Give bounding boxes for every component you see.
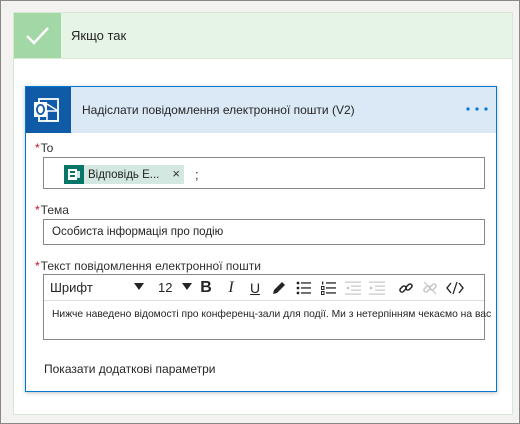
more-dots-icon bbox=[466, 107, 488, 111]
underline-icon: U bbox=[249, 280, 261, 296]
email-body-text: Нижче наведено відомості про конференц-з… bbox=[52, 309, 492, 320]
font-size-value: 12 bbox=[158, 280, 173, 295]
chevron-down-icon bbox=[134, 283, 144, 290]
numbered-list-icon bbox=[321, 281, 336, 295]
required-marker: * bbox=[35, 259, 40, 273]
font-color-button[interactable] bbox=[268, 278, 290, 298]
italic-button[interactable]: I bbox=[220, 278, 242, 298]
required-marker: * bbox=[35, 141, 40, 155]
to-input[interactable]: Відповідь Е... × ; bbox=[43, 157, 485, 189]
font-family-select[interactable]: Шрифт bbox=[50, 280, 146, 296]
check-icon bbox=[14, 13, 61, 58]
bold-button[interactable]: B bbox=[195, 278, 217, 298]
numbered-list-button[interactable] bbox=[318, 278, 340, 298]
body-field-label: *Текст повідомлення електронної пошти bbox=[35, 259, 261, 273]
action-title: Надіслати повідомлення електронної пошти… bbox=[82, 103, 355, 117]
increase-indent-icon bbox=[369, 281, 385, 295]
show-advanced-options-link[interactable]: Показати додаткові параметри bbox=[44, 362, 215, 376]
subject-input[interactable]: Особиста інформація про подію bbox=[43, 219, 485, 245]
token-remove-icon[interactable]: × bbox=[172, 166, 180, 181]
subject-label-text: Тема bbox=[40, 203, 69, 217]
remove-link-button[interactable] bbox=[419, 278, 441, 298]
font-family-value: Шрифт bbox=[50, 280, 93, 295]
subject-value: Особиста інформація про подію bbox=[52, 226, 224, 238]
increase-indent-button[interactable] bbox=[366, 278, 388, 298]
dynamic-content-token[interactable]: Відповідь Е... × bbox=[64, 165, 184, 184]
send-email-action-card[interactable]: Надіслати повідомлення електронної пошти… bbox=[25, 86, 497, 392]
body-editor[interactable]: Шрифт 12 B I U Нижче наведено відомості … bbox=[43, 274, 491, 340]
bulleted-list-icon bbox=[296, 281, 311, 295]
required-marker: * bbox=[35, 203, 40, 217]
condition-branch-header[interactable]: Якщо так bbox=[13, 12, 513, 59]
token-label: Відповідь Е... bbox=[88, 168, 160, 181]
to-label-text: To bbox=[40, 141, 54, 155]
decrease-indent-icon bbox=[345, 281, 361, 295]
forms-icon bbox=[64, 165, 84, 184]
chevron-down-icon bbox=[182, 283, 192, 290]
condition-branch-title: Якщо так bbox=[71, 28, 127, 43]
more-options-button[interactable] bbox=[464, 99, 490, 119]
bulleted-list-button[interactable] bbox=[293, 278, 315, 298]
code-view-button[interactable] bbox=[444, 278, 466, 298]
body-label-text: Текст повідомлення електронної пошти bbox=[40, 259, 261, 273]
action-header[interactable]: Надіслати повідомлення електронної пошти… bbox=[26, 87, 496, 133]
decrease-indent-button[interactable] bbox=[342, 278, 364, 298]
italic-icon: I bbox=[228, 279, 234, 296]
unlink-icon bbox=[423, 281, 437, 295]
recipient-separator: ; bbox=[195, 167, 199, 182]
link-icon bbox=[399, 283, 413, 293]
underline-button[interactable]: U bbox=[244, 278, 266, 298]
rich-text-toolbar: Шрифт 12 B I U bbox=[44, 275, 484, 301]
insert-link-button[interactable] bbox=[395, 278, 417, 298]
to-field-label: *To bbox=[35, 141, 53, 155]
subject-field-label: *Тема bbox=[35, 203, 69, 217]
flow-designer-canvas: Якщо так Надіслати повідомлення електрон… bbox=[0, 0, 520, 424]
code-icon bbox=[446, 281, 464, 295]
bold-icon: B bbox=[200, 279, 212, 296]
outlook-icon bbox=[26, 87, 71, 133]
font-size-select[interactable]: 12 bbox=[158, 280, 194, 296]
pen-icon bbox=[273, 282, 285, 294]
